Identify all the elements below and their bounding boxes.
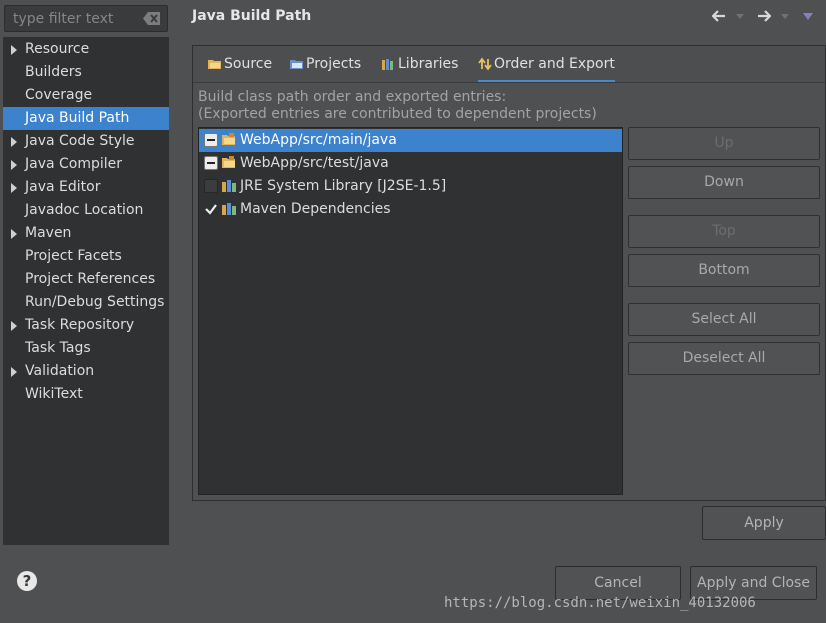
- tree-item-task-tags[interactable]: Task Tags: [3, 337, 169, 360]
- down-button[interactable]: Down: [628, 166, 820, 199]
- help-icon[interactable]: ?: [17, 571, 37, 591]
- tree-item-javadoc-location[interactable]: Javadoc Location: [3, 199, 169, 222]
- tab-bar: Source Projects Libraries Order and Expo…: [193, 46, 825, 83]
- filter-input[interactable]: [5, 6, 139, 31]
- expand-arrow-icon[interactable]: [11, 367, 17, 377]
- top-button[interactable]: Top: [628, 215, 820, 248]
- export-checkbox[interactable]: [204, 179, 218, 193]
- forward-dropdown-icon[interactable]: [781, 14, 789, 19]
- library-icon: [222, 180, 236, 192]
- expand-arrow-icon[interactable]: [11, 183, 17, 193]
- apply-button[interactable]: Apply: [702, 506, 826, 540]
- view-menu-icon[interactable]: [803, 13, 813, 20]
- tab-order-and-export[interactable]: Order and Export: [478, 46, 615, 82]
- watermark: https://blog.csdn.net/weixin_40132006: [444, 595, 756, 611]
- tree-item-resource[interactable]: Resource: [3, 38, 169, 61]
- expand-arrow-icon[interactable]: [11, 229, 17, 239]
- list-item[interactable]: WebApp/src/main/java: [199, 129, 622, 152]
- tree-item-project-references[interactable]: Project References: [3, 268, 169, 291]
- tab-libraries[interactable]: Libraries: [382, 46, 458, 82]
- list-item[interactable]: WebApp/src/test/java: [199, 152, 622, 175]
- package-folder-icon: [222, 156, 235, 168]
- tree-item-coverage[interactable]: Coverage: [3, 84, 169, 107]
- up-button[interactable]: Up: [628, 127, 820, 160]
- back-dropdown-icon[interactable]: [736, 14, 744, 19]
- export-checkbox[interactable]: [204, 133, 218, 147]
- classpath-entries-list: WebApp/src/main/java WebApp/src/test/jav…: [198, 127, 623, 495]
- list-item[interactable]: JRE System Library [J2SE-1.5]: [199, 175, 622, 198]
- page-title: Java Build Path: [192, 8, 312, 24]
- expand-arrow-icon[interactable]: [11, 160, 17, 170]
- expand-arrow-icon[interactable]: [11, 45, 17, 55]
- tree-item-task-repository[interactable]: Task Repository: [3, 314, 169, 337]
- package-folder-icon: [222, 133, 235, 145]
- filter-box: [4, 5, 168, 32]
- expand-arrow-icon[interactable]: [11, 137, 17, 147]
- tree-item-run-debug-settings[interactable]: Run/Debug Settings: [3, 291, 169, 314]
- select-all-button[interactable]: Select All: [628, 303, 820, 336]
- order-export-icon: [478, 57, 492, 71]
- projects-icon: [290, 60, 303, 69]
- clear-filter-icon[interactable]: [143, 12, 160, 25]
- back-arrow-icon[interactable]: [712, 10, 726, 22]
- tree-item-java-editor[interactable]: Java Editor: [3, 176, 169, 199]
- checkmark-icon[interactable]: [204, 202, 218, 216]
- tree-item-maven[interactable]: Maven: [3, 222, 169, 245]
- order-description: Build class path order and exported entr…: [198, 89, 507, 105]
- expand-arrow-icon[interactable]: [11, 321, 17, 331]
- tree-item-java-compiler[interactable]: Java Compiler: [3, 153, 169, 176]
- export-checkbox[interactable]: [204, 156, 218, 170]
- tree-item-validation[interactable]: Validation: [3, 360, 169, 383]
- bottom-button[interactable]: Bottom: [628, 254, 820, 287]
- tab-projects[interactable]: Projects: [290, 46, 361, 82]
- tree-item-wikitext[interactable]: WikiText: [3, 383, 169, 406]
- order-description-note: (Exported entries are contributed to dep…: [198, 106, 597, 122]
- tree-item-builders[interactable]: Builders: [3, 61, 169, 84]
- library-icon: [222, 203, 236, 215]
- list-item[interactable]: Maven Dependencies: [199, 198, 622, 221]
- forward-arrow-icon[interactable]: [757, 10, 771, 22]
- tab-source[interactable]: Source: [208, 46, 272, 82]
- tree-item-java-build-path[interactable]: Java Build Path: [3, 107, 169, 130]
- source-folder-icon: [208, 60, 221, 69]
- preferences-tree: Resource Builders Coverage Java Build Pa…: [3, 37, 169, 545]
- tree-item-project-facets[interactable]: Project Facets: [3, 245, 169, 268]
- libraries-icon: [382, 59, 393, 70]
- tree-item-java-code-style[interactable]: Java Code Style: [3, 130, 169, 153]
- deselect-all-button[interactable]: Deselect All: [628, 342, 820, 375]
